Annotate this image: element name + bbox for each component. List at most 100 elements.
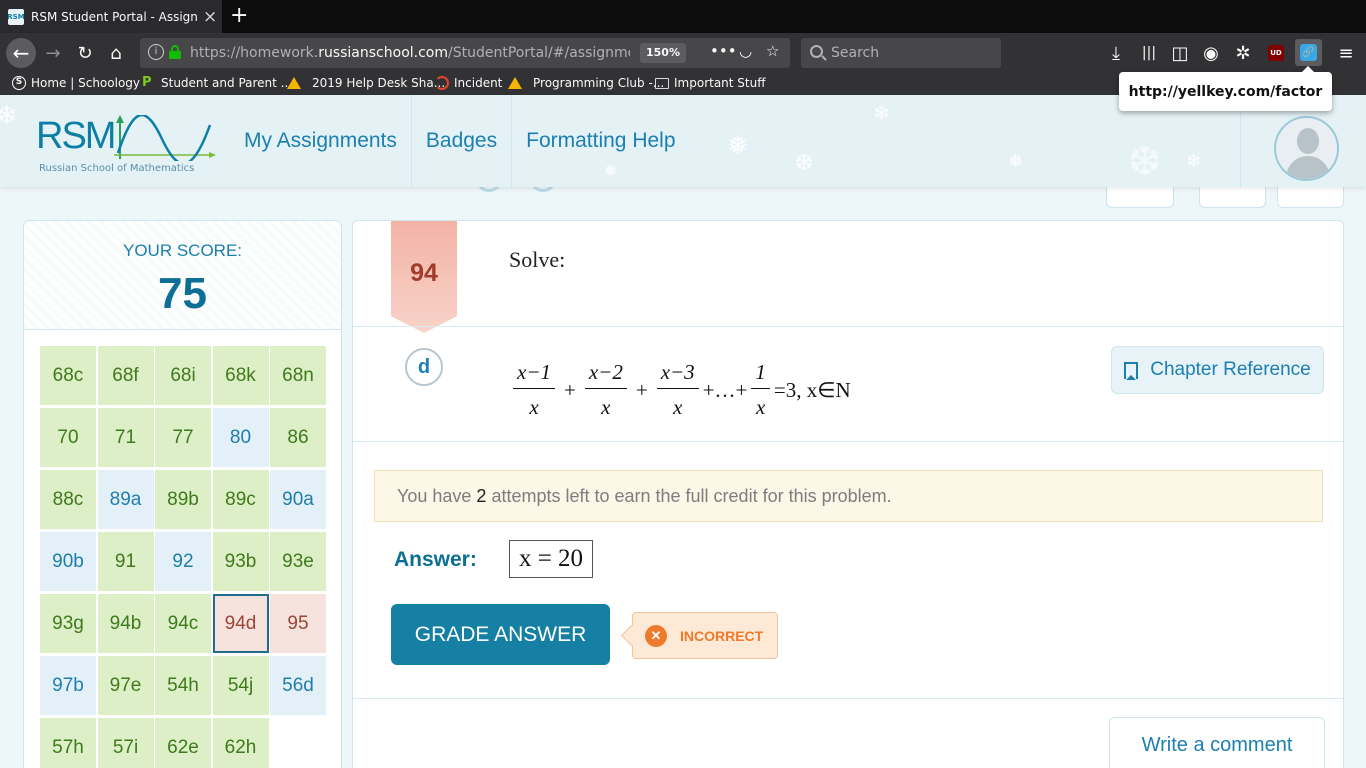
problem-cell[interactable]: 62e	[155, 718, 211, 768]
answer-label: Answer:	[394, 548, 477, 571]
p-icon: P	[142, 75, 152, 90]
bookmark-programming-club[interactable]: Programming Club -...	[508, 76, 664, 90]
bookmark-incident[interactable]: Incident	[435, 76, 502, 90]
problem-cell[interactable]: 94b	[97, 594, 154, 653]
problem-cell[interactable]: 68i	[155, 346, 211, 405]
rsm-logo[interactable]: RSM Russian School of Mathematics	[36, 115, 216, 179]
chapter-reference-button[interactable]: Chapter Reference	[1111, 346, 1324, 394]
problem-prompt: Solve:	[509, 247, 566, 272]
browser-tab[interactable]: RSM RSM Student Portal - Assignme ×	[0, 0, 222, 33]
grade-answer-button[interactable]: GRADE ANSWER	[391, 604, 610, 665]
problem-cell[interactable]: 89a	[97, 470, 154, 529]
fraction: 1 x	[751, 360, 770, 420]
score-label: YOUR SCORE:	[122, 241, 243, 260]
bookmark-star-icon[interactable]: ☆	[766, 42, 779, 60]
problem-cell[interactable]: 86	[270, 408, 326, 467]
problem-cell[interactable]: 68n	[270, 346, 326, 405]
home-icon[interactable]: ⌂	[104, 41, 128, 65]
sidebar-icon[interactable]: ◫	[1168, 41, 1192, 65]
problem-cell[interactable]: 80	[212, 408, 269, 467]
zoom-indicator[interactable]: 150%	[640, 43, 686, 63]
problem-cell[interactable]: 90a	[270, 470, 326, 529]
problem-cell[interactable]: 57h	[40, 718, 96, 768]
problem-cell[interactable]: 94c	[155, 594, 211, 653]
problem-cell[interactable]: 93e	[270, 532, 326, 591]
problem-panel: 94 Solve: d x−1 x + x−2 x + x−3 x +…+ 1 …	[352, 220, 1344, 768]
ellipsis: +…+	[702, 377, 748, 402]
divider	[353, 698, 1343, 699]
url-text[interactable]: https://homework.russianschool.com/Stude…	[190, 45, 630, 61]
header-tab[interactable]	[1106, 186, 1174, 208]
reload-icon[interactable]: ↻	[73, 41, 97, 65]
google-drive-icon	[508, 77, 522, 89]
site-info-icon[interactable]: i	[148, 44, 164, 60]
problem-cell[interactable]: 68c	[40, 346, 96, 405]
schoology-icon: S	[12, 76, 26, 90]
problem-cell[interactable]: 94d	[212, 594, 269, 653]
problem-cell[interactable]: 91	[97, 532, 154, 591]
problem-cell[interactable]: 54h	[155, 656, 211, 715]
yellkey-extension-button[interactable]: 🔗	[1295, 39, 1322, 66]
header-tab[interactable]	[1199, 186, 1266, 208]
tab-title: RSM Student Portal - Assignme	[31, 9, 197, 24]
extension-icon[interactable]: ✲	[1231, 41, 1255, 65]
problem-cell[interactable]: 62h	[212, 718, 269, 768]
fraction: x−3 x	[656, 360, 699, 420]
score-value: 75	[158, 269, 207, 318]
problem-cell[interactable]: 57i	[97, 718, 154, 768]
page-actions-icon[interactable]: •••	[710, 42, 737, 60]
problem-cell[interactable]: 97b	[40, 656, 96, 715]
navigation-toolbar: ← → ↻ ⌂ i https://homework.russianschool…	[0, 33, 1366, 73]
nav-badges[interactable]: Badges	[412, 95, 513, 187]
downloads-icon[interactable]: ⤓	[1104, 41, 1128, 65]
logo-subtitle: Russian School of Mathematics	[39, 163, 195, 174]
snowflake-icon: ❅	[1008, 151, 1024, 172]
bookmark-important-stuff[interactable]: Important Stuff	[655, 76, 766, 90]
link-icon: 🔗	[1300, 44, 1317, 61]
problem-cell[interactable]: 71	[97, 408, 154, 467]
google-drive-icon	[287, 77, 301, 89]
snowflake-icon: ❆	[1128, 139, 1162, 185]
bookmark-student-parent[interactable]: P Student and Parent ...	[142, 75, 292, 91]
library-icon[interactable]: |||	[1137, 41, 1161, 65]
problem-cell[interactable]: 89b	[155, 470, 211, 529]
snowflake-icon: ❄	[1186, 151, 1202, 172]
rsm-favicon-icon: RSM	[7, 8, 25, 25]
attempts-count: 2	[476, 485, 487, 506]
nav-my-assignments[interactable]: My Assignments	[230, 95, 412, 187]
ublock-icon[interactable]: UD	[1268, 45, 1284, 61]
problem-cell[interactable]: 97e	[97, 656, 154, 715]
problem-cell[interactable]: 70	[40, 408, 96, 467]
problem-cell[interactable]: 92	[155, 532, 211, 591]
menu-icon[interactable]: ≡	[1334, 41, 1358, 65]
back-arrow-icon[interactable]: ←	[6, 38, 36, 68]
bookmark-help-desk[interactable]: 2019 Help Desk Sha...	[287, 76, 445, 90]
problem-cell[interactable]: 88c	[40, 470, 96, 529]
url-bar[interactable]: i https://homework.russianschool.com/Stu…	[140, 38, 790, 68]
search-input[interactable]: Search	[801, 38, 1001, 68]
avatar[interactable]	[1274, 116, 1339, 181]
problem-cell[interactable]: 56d	[270, 656, 326, 715]
problem-cell[interactable]: 89c	[212, 470, 269, 529]
problem-cell[interactable]: 68k	[212, 346, 269, 405]
write-comment-button[interactable]: Write a comment	[1109, 717, 1325, 768]
problem-cell[interactable]: 54j	[212, 656, 269, 715]
nav-formatting-help[interactable]: Formatting Help	[512, 95, 689, 187]
divider	[353, 326, 1343, 327]
problem-cell[interactable]: 93b	[212, 532, 269, 591]
forward-arrow-icon[interactable]: →	[41, 41, 65, 65]
logo-text: RSM	[36, 115, 116, 157]
header-tab[interactable]	[1277, 186, 1344, 208]
answer-input[interactable]: x = 20	[509, 540, 593, 578]
problem-cell[interactable]: 77	[155, 408, 211, 467]
problem-cell[interactable]: 95	[270, 594, 326, 653]
problem-cell[interactable]: 93g	[40, 594, 96, 653]
new-tab-icon[interactable]: +	[230, 3, 248, 28]
bookmark-schoology[interactable]: S Home | Schoology	[12, 76, 140, 90]
account-icon[interactable]: ◉	[1199, 41, 1223, 65]
score-panel: YOUR SCORE: 75 68c 68f 68i 68k 68n 70 71 77 80 86…	[23, 220, 342, 768]
problem-cell[interactable]: 90b	[40, 532, 96, 591]
problem-cell[interactable]: 68f	[97, 346, 154, 405]
tab-close-icon[interactable]: ×	[203, 7, 217, 27]
pocket-icon[interactable]: ◡	[739, 42, 752, 60]
